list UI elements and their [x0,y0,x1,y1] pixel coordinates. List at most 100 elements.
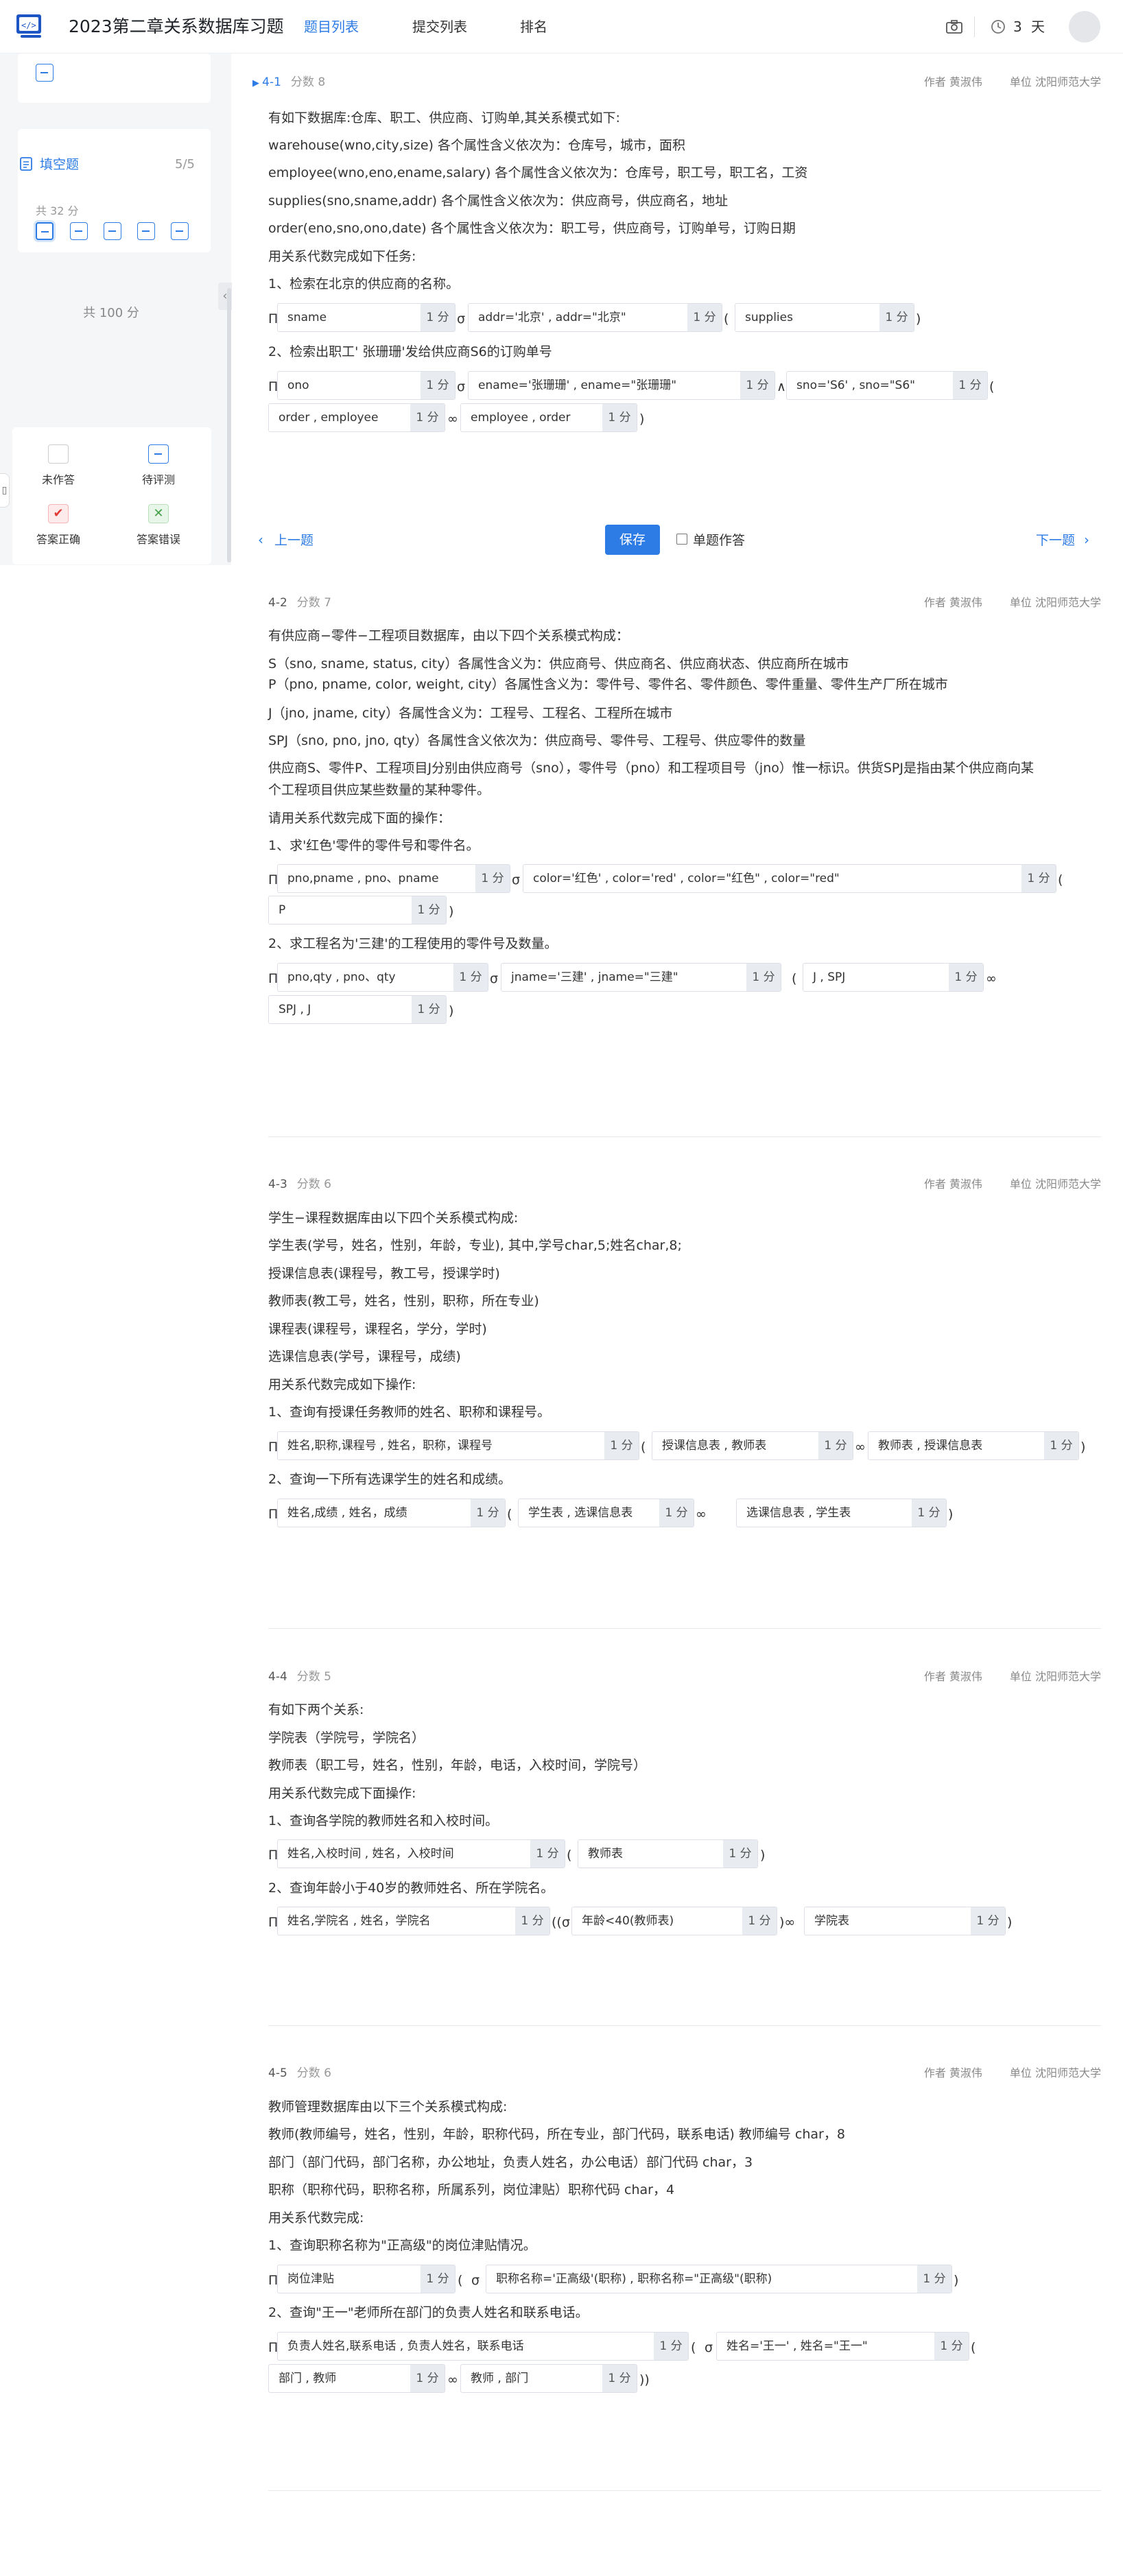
answer-blank[interactable]: 姓名,入校时间 , 姓名，入校时间 1 分 [277,1839,565,1868]
avatar[interactable] [1069,11,1100,43]
toolbar-divider [974,16,975,37]
check-icon: ✔ [48,504,69,523]
question-meta: 作者 黄淑伟 单位 沈阳师范大学 [923,596,1101,609]
question-text: 2、查询一下所有选课学生的姓名和成绩。 [268,1472,512,1487]
answer-blank[interactable]: 授课信息表 , 教师表 1 分 [652,1431,853,1460]
answer-blank[interactable]: pno,qty , pno、qty 1 分 [277,963,488,992]
prev-question-link[interactable]: 上一题 [274,532,314,549]
sidebar-expand-handle[interactable]: ▯ [0,473,10,508]
legend-pending: 待评测 [121,444,196,487]
page-title: 2023第二章关系数据库习题 [69,16,284,36]
answer-blank[interactable]: jname='三建' , jname="三建" 1 分 [501,963,781,992]
sidebar: 填空题 5/5 共 32 分 共 100 分 未作答 待评测 ✔ 答案正确 ✕ … [0,53,231,565]
question-text: warehouse(wno,city,size) 各个属性含义依次为：仓库号，城… [268,138,685,153]
answer-blank[interactable]: 学生表 , 选课信息表 1 分 [518,1499,694,1527]
question-text: 有如下两个关系: [268,1702,364,1717]
answer-blank[interactable]: ono 1 分 [277,371,456,400]
answer-blank[interactable]: 姓名,职称,课程号 , 姓名，职称，课程号 1 分 [277,1431,639,1460]
question-text: 1、查询各学院的教师姓名和入校时间。 [268,1813,499,1828]
question-divider [268,2025,1101,2026]
question-text: 2、检索出职工' 张珊珊'发给供应商S6的订购单号 [268,344,552,359]
single-answer-checkbox[interactable] [676,534,687,545]
question-text: 有如下数据库:仓库、职工、供应商、订购单,其关系模式如下: [268,110,620,126]
question-nav-item-4-4[interactable] [137,222,155,240]
chevron-right-icon[interactable]: › [1084,530,1089,549]
answer-blank[interactable]: SPJ , J1 分 [268,995,447,1024]
question-meta: 作者 黄淑伟 单位 沈阳师范大学 [923,2066,1101,2079]
answer-blank[interactable]: sname 1 分 [277,303,456,332]
answer-blank[interactable]: addr='北京' , addr="北京" 1 分 [468,303,722,332]
days-remaining-unit: 天 [1031,19,1045,35]
question-header: 4-2 分数 7 [268,596,332,610]
answer-blank[interactable]: 职称名称='正高级'(职称) , 职称名称="正高级"(职称) 1 分 [486,2265,952,2293]
chevron-left-icon[interactable]: ‹ [258,530,263,549]
question-header: 4-4 分数 5 [268,1670,332,1684]
answer-blank[interactable]: order , employee 1 分 [268,403,445,432]
question-text: SPJ（sno, pno, jno, qty）各属性含义依次为：供应商号、零件号… [268,733,806,748]
answer-blank[interactable]: 年龄<40(教师表) 1 分 [571,1907,777,1935]
app-logo-icon[interactable]: </> [15,12,45,40]
answer-blank[interactable]: 教师 , 部门 1 分 [460,2364,637,2393]
save-button[interactable]: 保存 [605,525,660,555]
question-text: 请用关系代数完成下面的操作： [268,811,451,826]
question-nav-item-4-1[interactable] [36,222,54,240]
answer-blank[interactable]: 部门 , 教师 1 分 [268,2364,445,2393]
question-text: 1、查询职称名称为"正高级"的岗位津贴情况。 [268,2238,536,2253]
question-navigation: ‹ 上一题 保存 单题作答 下一题 › [0,525,1123,556]
question-text: 学生表(学号，姓名，性别，年龄，专业), 其中,学号char,5;姓名char,… [268,1238,682,1253]
tab-problem-list[interactable]: 题目列表 [304,18,359,36]
answer-blank[interactable]: 负责人姓名,联系电话 , 负责人姓名，联系电话 1 分 [277,2332,689,2361]
answer-blank[interactable]: color='红色' , color='red' , color="红色" , … [523,864,1056,893]
unanswered-icon [48,444,69,464]
answer-blank[interactable]: employee , order 1 分 [460,403,637,432]
answer-blank[interactable]: ename='张珊珊' , ename="张珊珊" 1 分 [468,371,775,400]
answer-blank[interactable]: 姓名='王一' , 姓名="王一" 1 分 [716,2332,969,2361]
answer-blank[interactable]: 教师表 1 分 [578,1839,758,1868]
legend-unanswered: 未作答 [21,444,96,487]
section-total-score: 共 32 分 [36,204,79,217]
camera-icon[interactable] [945,19,963,34]
question-divider [268,1136,1101,1137]
answer-blank[interactable]: P1 分 [268,896,447,925]
sidebar-scrollbar[interactable] [227,288,231,562]
question-text: 授课信息表(课程号，教工号，授课学时) [268,1266,500,1281]
svg-text:</>: </> [21,21,36,30]
question-text: 学生−课程数据库由以下四个关系模式构成: [268,1211,519,1226]
expand-caret-icon[interactable]: ▶ [252,78,262,88]
answer-blank[interactable]: J , SPJ 1 分 [803,963,984,992]
answer-blank[interactable]: 教师表 , 授课信息表 1 分 [868,1431,1079,1460]
list-icon [20,157,32,171]
question-divider [268,2490,1101,2491]
next-question-link[interactable]: 下一题 [1036,532,1075,549]
question-text: 部门（部门代码，部门名称，办公地址，负责人姓名，办公电话）部门代码 char，3 [268,2155,753,2170]
question-text: P（pno, pname, color, weight, city）各属性含义为… [268,677,948,692]
pending-icon [148,444,169,464]
question-text: S（sno, sname, status, city）各属性含义为：供应商号、供… [268,656,849,671]
answer-blank[interactable]: 姓名,成绩 , 姓名，成绩 1 分 [277,1499,506,1527]
question-text: 2、查询年龄小于40岁的教师姓名、所在学院名。 [268,1881,554,1896]
question-meta: 作者 黄淑伟 单位 沈阳师范大学 [923,75,1101,88]
answer-blank[interactable]: 姓名,学院名 , 姓名，学院名 1 分 [277,1907,550,1935]
answer-blank[interactable]: pno,pname , pno、pname 1 分 [277,864,510,893]
tab-ranking[interactable]: 排名 [520,18,547,36]
question-nav-item-4-3[interactable] [104,222,121,240]
tab-submission-list[interactable]: 提交列表 [412,18,467,36]
question-text: 用关系代数完成如下操作: [268,1377,416,1392]
answer-blank[interactable]: 选课信息表 , 学生表 1 分 [736,1499,947,1527]
question-text: 教师(教师编号，姓名，性别，年龄，职称代码，所在专业，部门代码，联系电话) 教师… [268,2127,845,2142]
section-count: 5/5 [175,157,195,171]
question-text: 个工程项目供应某些数量的某种零件。 [268,783,490,798]
answer-blank[interactable]: sno='S6' , sno="S6" 1 分 [786,371,988,400]
section-title[interactable]: 填空题 [40,156,79,173]
answer-blank[interactable]: supplies 1 分 [735,303,914,332]
answer-blank[interactable]: 岗位津贴 1 分 [277,2265,456,2293]
answer-blank[interactable]: 学院表 1 分 [804,1907,1006,1935]
question-meta: 作者 黄淑伟 单位 沈阳师范大学 [923,1670,1101,1683]
question-text: 课程表(课程号，课程名，学分，学时) [268,1322,487,1337]
question-text: 职称（职称代码，职称名称，所属系列，岗位津贴）职称代码 char，4 [268,2182,675,2197]
top-bar: </> 2023第二章关系数据库习题 题目列表 提交列表 排名 3 天 [0,0,1123,53]
question-nav-item-4-5[interactable] [171,222,189,240]
question-nav-item[interactable] [36,64,54,82]
cross-icon: ✕ [148,504,169,523]
question-nav-item-4-2[interactable] [70,222,88,240]
